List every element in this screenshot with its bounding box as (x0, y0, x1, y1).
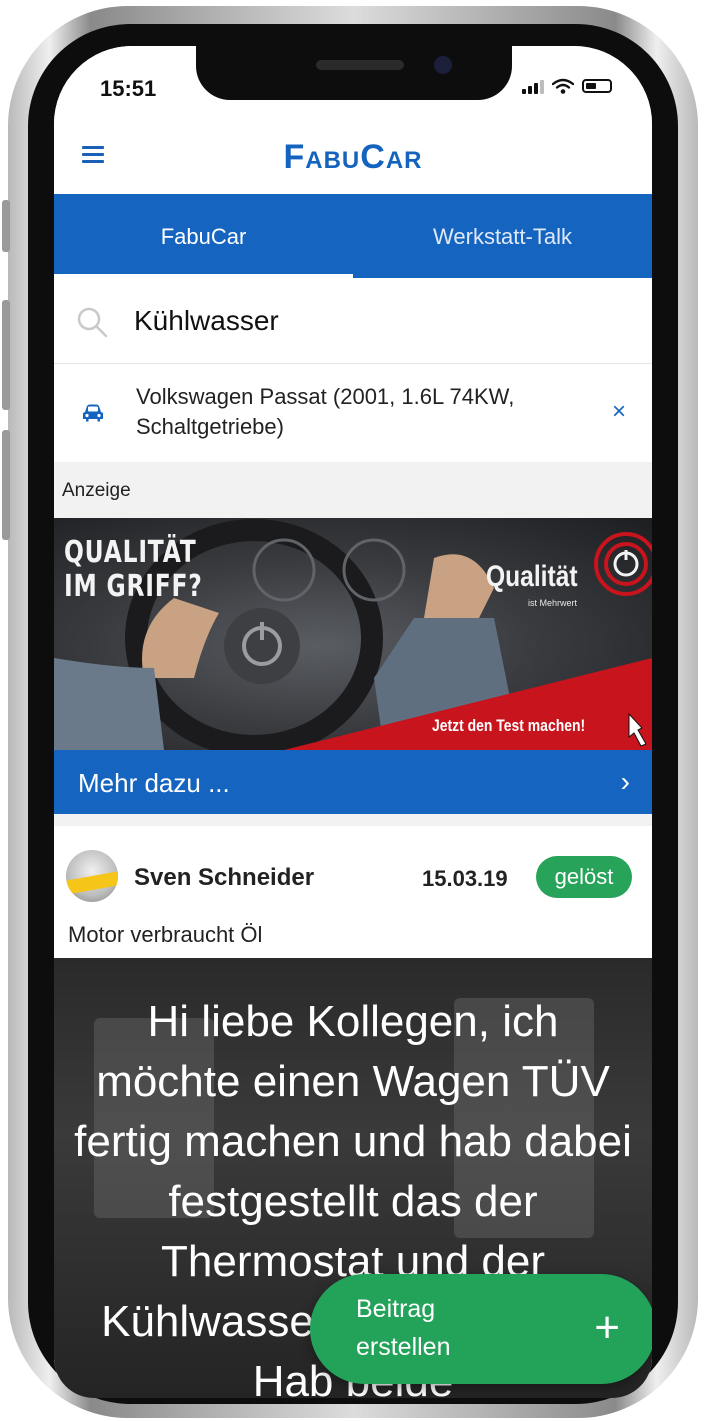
tab-bar: FabuCar Werkstatt-Talk (54, 194, 652, 278)
status-badge: gelöst (536, 856, 632, 898)
vehicle-description: Volkswagen Passat (2001, 1.6L 74KW, Scha… (136, 384, 515, 439)
app-screen: 15:51 FabuCar FabuCar Werkstatt-Talk Küh… (54, 46, 652, 1398)
ad-headline: QUALITÄT IM GRIFF? (64, 535, 203, 604)
post-author: Sven Schneider (134, 864, 315, 891)
app-header: FabuCar (54, 116, 652, 194)
search-bar (54, 278, 652, 364)
battery-icon (582, 79, 612, 93)
more-info-button[interactable]: Mehr dazu ... › (54, 750, 652, 814)
phone-notch (196, 46, 512, 100)
ad-label: Anzeige (62, 480, 131, 501)
wifi-icon (552, 78, 574, 94)
more-info-label: Mehr dazu ... (78, 768, 230, 798)
ad-brand-tagline: ist Mehrwert (528, 598, 578, 608)
selected-vehicle: Volkswagen Passat (2001, 1.6L 74KW, Scha… (54, 364, 652, 462)
ad-brand-name: Qualität (486, 560, 578, 593)
volume-down-button (2, 430, 10, 540)
section-divider (54, 814, 652, 826)
search-icon (77, 307, 108, 338)
tab-fabucar[interactable]: FabuCar (54, 194, 353, 278)
search-input[interactable] (134, 298, 614, 344)
post-date: 15.03.19 (422, 866, 508, 891)
plus-icon: + (594, 1303, 620, 1352)
remove-vehicle-close-icon[interactable]: × (612, 398, 626, 426)
create-post-label: Beitrag erstellen (356, 1295, 451, 1361)
post-title: Motor verbraucht Öl (68, 922, 263, 947)
tab-werkstatt-talk[interactable]: Werkstatt-Talk (353, 194, 652, 278)
front-camera (434, 56, 452, 74)
post-card-header[interactable]: Sven Schneider 15.03.19 gelöst Motor ver… (54, 826, 652, 958)
app-logo: FabuCar (283, 138, 423, 176)
ad-label-row: Anzeige (54, 462, 652, 518)
chevron-right-icon: › (620, 766, 630, 797)
ad-cta: Jetzt den Test machen! (432, 716, 586, 735)
status-time: 15:51 (100, 76, 157, 101)
mute-switch (2, 200, 10, 252)
create-post-button[interactable]: Beitrag erstellen + (310, 1274, 652, 1384)
signal-icon (522, 78, 544, 94)
car-icon (83, 404, 103, 422)
status-icons (522, 78, 612, 94)
speaker-grill (316, 60, 404, 70)
avatar (66, 850, 118, 902)
ad-banner[interactable]: QUALITÄT IM GRIFF? Qualität ist Mehrwert… (54, 518, 652, 750)
volume-up-button (2, 300, 10, 410)
